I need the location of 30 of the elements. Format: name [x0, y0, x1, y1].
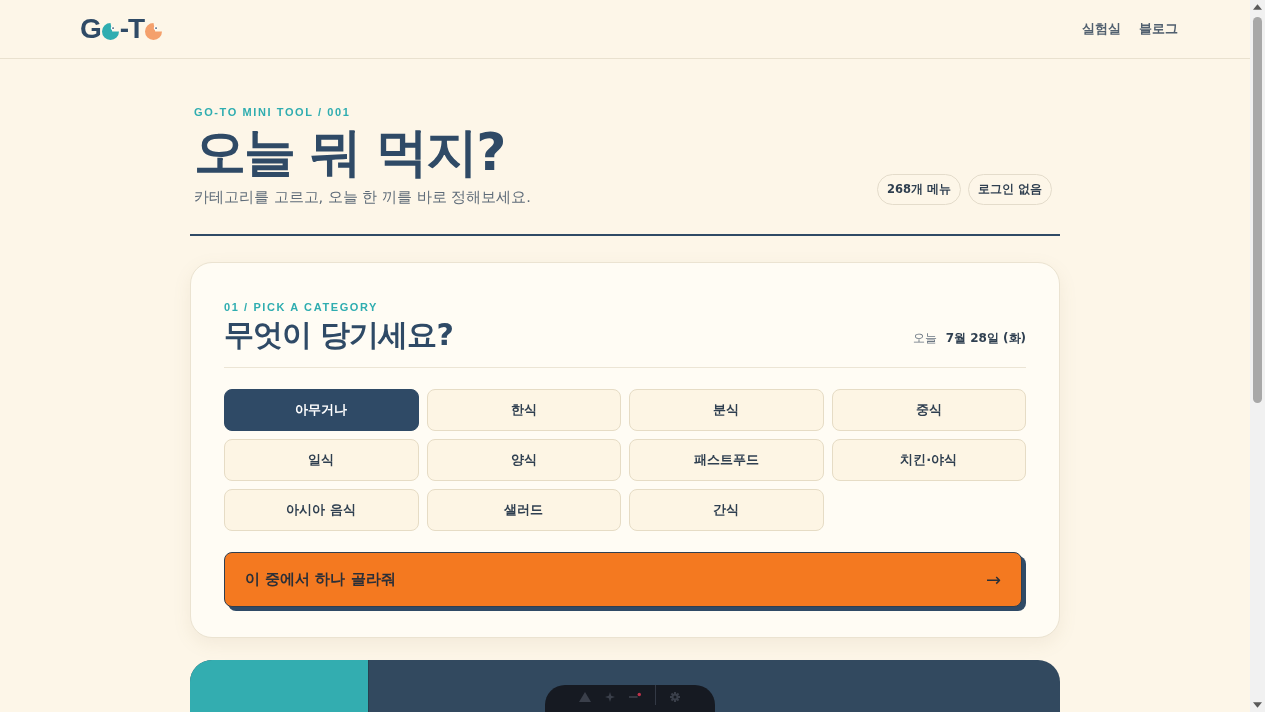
subtitle-text: 카테고리를 고르고, 오늘 한 끼를 바로 정해보세요.: [194, 188, 531, 207]
date-text: 7월 28일 (화): [945, 330, 1026, 347]
scroll-down-icon[interactable]: [1253, 702, 1262, 708]
logo[interactable]: G -T: [80, 14, 164, 44]
page-title: 오늘 뭐 먹지?: [194, 121, 506, 184]
category-chip[interactable]: 아무거나: [224, 389, 419, 431]
gear-icon[interactable]: [670, 692, 680, 702]
category-chip[interactable]: 샐러드: [426, 489, 621, 531]
triangle-icon[interactable]: [579, 692, 591, 702]
category-chip[interactable]: 간식: [629, 489, 824, 531]
info-badge: 로그인 없음: [968, 174, 1052, 205]
eyebrow-text: GO-TO MINI TOOL / 001: [194, 106, 352, 118]
category-chip[interactable]: 중식: [831, 389, 1026, 431]
category-chip[interactable]: 패스트푸드: [629, 439, 824, 481]
category-chip[interactable]: 아시아 음식: [224, 489, 419, 531]
nav-link[interactable]: 블로그: [1139, 20, 1178, 38]
date-label: 오늘: [912, 330, 937, 347]
category-chip[interactable]: 치킨·야식: [831, 439, 1026, 481]
category-chip[interactable]: 일식: [224, 439, 419, 481]
scroll-thumb[interactable]: [1253, 17, 1262, 403]
scrollbar[interactable]: [1250, 0, 1265, 712]
scroll-up-icon[interactable]: [1253, 4, 1262, 10]
card-title: 무엇이 당기세요?: [224, 316, 453, 354]
category-chip[interactable]: 양식: [426, 439, 621, 481]
info-badge: 268개 메뉴: [876, 174, 961, 205]
eyebrow-text: 01 / PICK A CATEGORY: [224, 301, 380, 313]
nav-link[interactable]: 실험실: [1082, 20, 1121, 38]
category-chip[interactable]: 한식: [426, 389, 621, 431]
category-chip[interactable]: 분식: [629, 389, 824, 431]
sparkle-icon[interactable]: [605, 692, 615, 702]
